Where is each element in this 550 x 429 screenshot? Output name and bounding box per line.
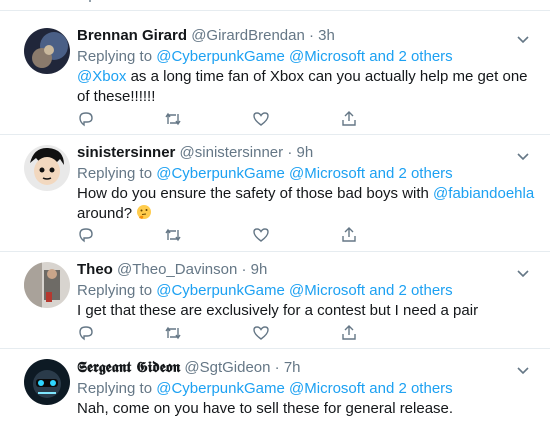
chevron-down-icon[interactable] <box>516 32 530 46</box>
others-link[interactable]: and 2 others <box>369 380 452 397</box>
user-handle[interactable]: @Theo_Davinson <box>117 261 237 278</box>
tweet-actions <box>77 324 377 344</box>
like-icon[interactable] <box>253 0 269 2</box>
tweet-card[interactable]: sinistersinner @sinistersinner · 9h Repl… <box>0 135 550 252</box>
user-handle[interactable]: @sinistersinner <box>180 144 284 161</box>
separator-dot: · <box>287 144 293 161</box>
share-icon[interactable] <box>340 324 358 342</box>
replying-to-label: Replying to <box>77 48 153 65</box>
tweet-card[interactable]: Theo @Theo_Davinson · 9h Replying to @Cy… <box>0 252 550 349</box>
mention-link[interactable]: @Microsoft <box>289 282 365 299</box>
like-icon[interactable] <box>252 110 270 128</box>
replying-to: Replying to @CyberpunkGame @Microsoft an… <box>77 379 527 399</box>
replying-to-label: Replying to <box>77 165 153 182</box>
tweet-text: I get that these are exclusively for a c… <box>77 302 479 319</box>
timestamp[interactable]: 3h <box>318 27 335 44</box>
replying-to: Replying to @CyberpunkGame @Microsoft an… <box>77 47 527 67</box>
reply-icon[interactable] <box>77 226 95 244</box>
like-icon[interactable] <box>252 324 270 342</box>
replying-to: Replying to @CyberpunkGame @Microsoft an… <box>77 164 527 184</box>
avatar[interactable] <box>24 28 70 74</box>
mention-link[interactable]: @CyberpunkGame <box>156 380 285 397</box>
others-link[interactable]: and 2 others <box>369 165 452 182</box>
user-handle[interactable]: @SgtGideon <box>184 359 270 376</box>
tweet-text: @Xbox as a long time fan of Xbox can you… <box>77 67 539 107</box>
timestamp[interactable]: 9h <box>251 261 268 278</box>
mention-link[interactable]: @Microsoft <box>289 48 365 65</box>
tweet-card[interactable]: Brennan Girard @GirardBrendan · 3h Reply… <box>0 18 550 135</box>
tweet-actions <box>77 226 377 246</box>
tweet-text: How do you ensure the safety of those ba… <box>77 184 537 224</box>
like-icon[interactable] <box>252 226 270 244</box>
tweet-actions <box>77 110 377 130</box>
reply-icon[interactable] <box>78 0 94 2</box>
mention-link[interactable]: @Microsoft <box>289 165 365 182</box>
mention-link[interactable]: @Xbox <box>77 68 126 85</box>
retweet-icon[interactable] <box>165 0 183 2</box>
others-link[interactable]: and 2 others <box>369 48 452 65</box>
separator-dot: · <box>241 261 247 278</box>
share-icon[interactable] <box>341 0 357 2</box>
chevron-down-icon[interactable] <box>516 363 530 377</box>
mention-link[interactable]: @CyberpunkGame <box>156 48 285 65</box>
avatar[interactable] <box>24 262 70 308</box>
user-name[interactable]: sinistersinner <box>77 144 175 161</box>
share-icon[interactable] <box>340 226 358 244</box>
replying-to-label: Replying to <box>77 282 153 299</box>
mention-link[interactable]: @fabiandoehla <box>433 185 534 202</box>
chevron-down-icon[interactable] <box>516 266 530 280</box>
others-link[interactable]: and 2 others <box>369 282 452 299</box>
timestamp[interactable]: 7h <box>284 359 301 376</box>
tweet-body: How do you ensure the safety of those ba… <box>77 185 434 202</box>
chevron-down-icon[interactable] <box>516 149 530 163</box>
user-name[interactable]: Theo <box>77 261 113 278</box>
mention-link[interactable]: @CyberpunkGame <box>156 165 285 182</box>
avatar[interactable] <box>24 145 70 191</box>
user-name[interactable]: Brennan Girard <box>77 27 187 44</box>
tweet-text: Nah, come on you have to sell these for … <box>77 400 454 417</box>
mention-link[interactable]: @Microsoft <box>289 380 365 397</box>
retweet-icon[interactable] <box>164 110 182 128</box>
retweet-icon[interactable] <box>164 226 182 244</box>
timestamp[interactable]: 9h <box>296 144 313 161</box>
avatar[interactable] <box>24 359 70 405</box>
user-handle[interactable]: @GirardBrendan <box>191 27 305 44</box>
tweet-body-end: around? <box>77 205 137 222</box>
replying-to-label: Replying to <box>77 380 153 397</box>
separator-dot: · <box>309 27 314 44</box>
mention-link[interactable]: @CyberpunkGame <box>156 282 285 299</box>
tweet-body: as a long time fan of Xbox can you actua… <box>77 68 528 105</box>
share-icon[interactable] <box>340 110 358 128</box>
tweet-card[interactable]: 𝕾𝖊𝖗𝖌𝖊𝖆𝖓𝖙 𝕲𝖎𝖉𝖊𝖔𝖓 @SgtGideon · 7h Replying… <box>0 349 550 429</box>
separator-dot: · <box>274 359 280 376</box>
thinking-face-icon <box>137 205 152 219</box>
replying-to: Replying to @CyberpunkGame @Microsoft an… <box>77 281 527 301</box>
reply-icon[interactable] <box>77 324 95 342</box>
user-name[interactable]: 𝕾𝖊𝖗𝖌𝖊𝖆𝖓𝖙 𝕲𝖎𝖉𝖊𝖔𝖓 <box>77 358 180 376</box>
previous-tweet-actions <box>0 0 550 11</box>
reply-icon[interactable] <box>77 110 95 128</box>
retweet-icon[interactable] <box>164 324 182 342</box>
